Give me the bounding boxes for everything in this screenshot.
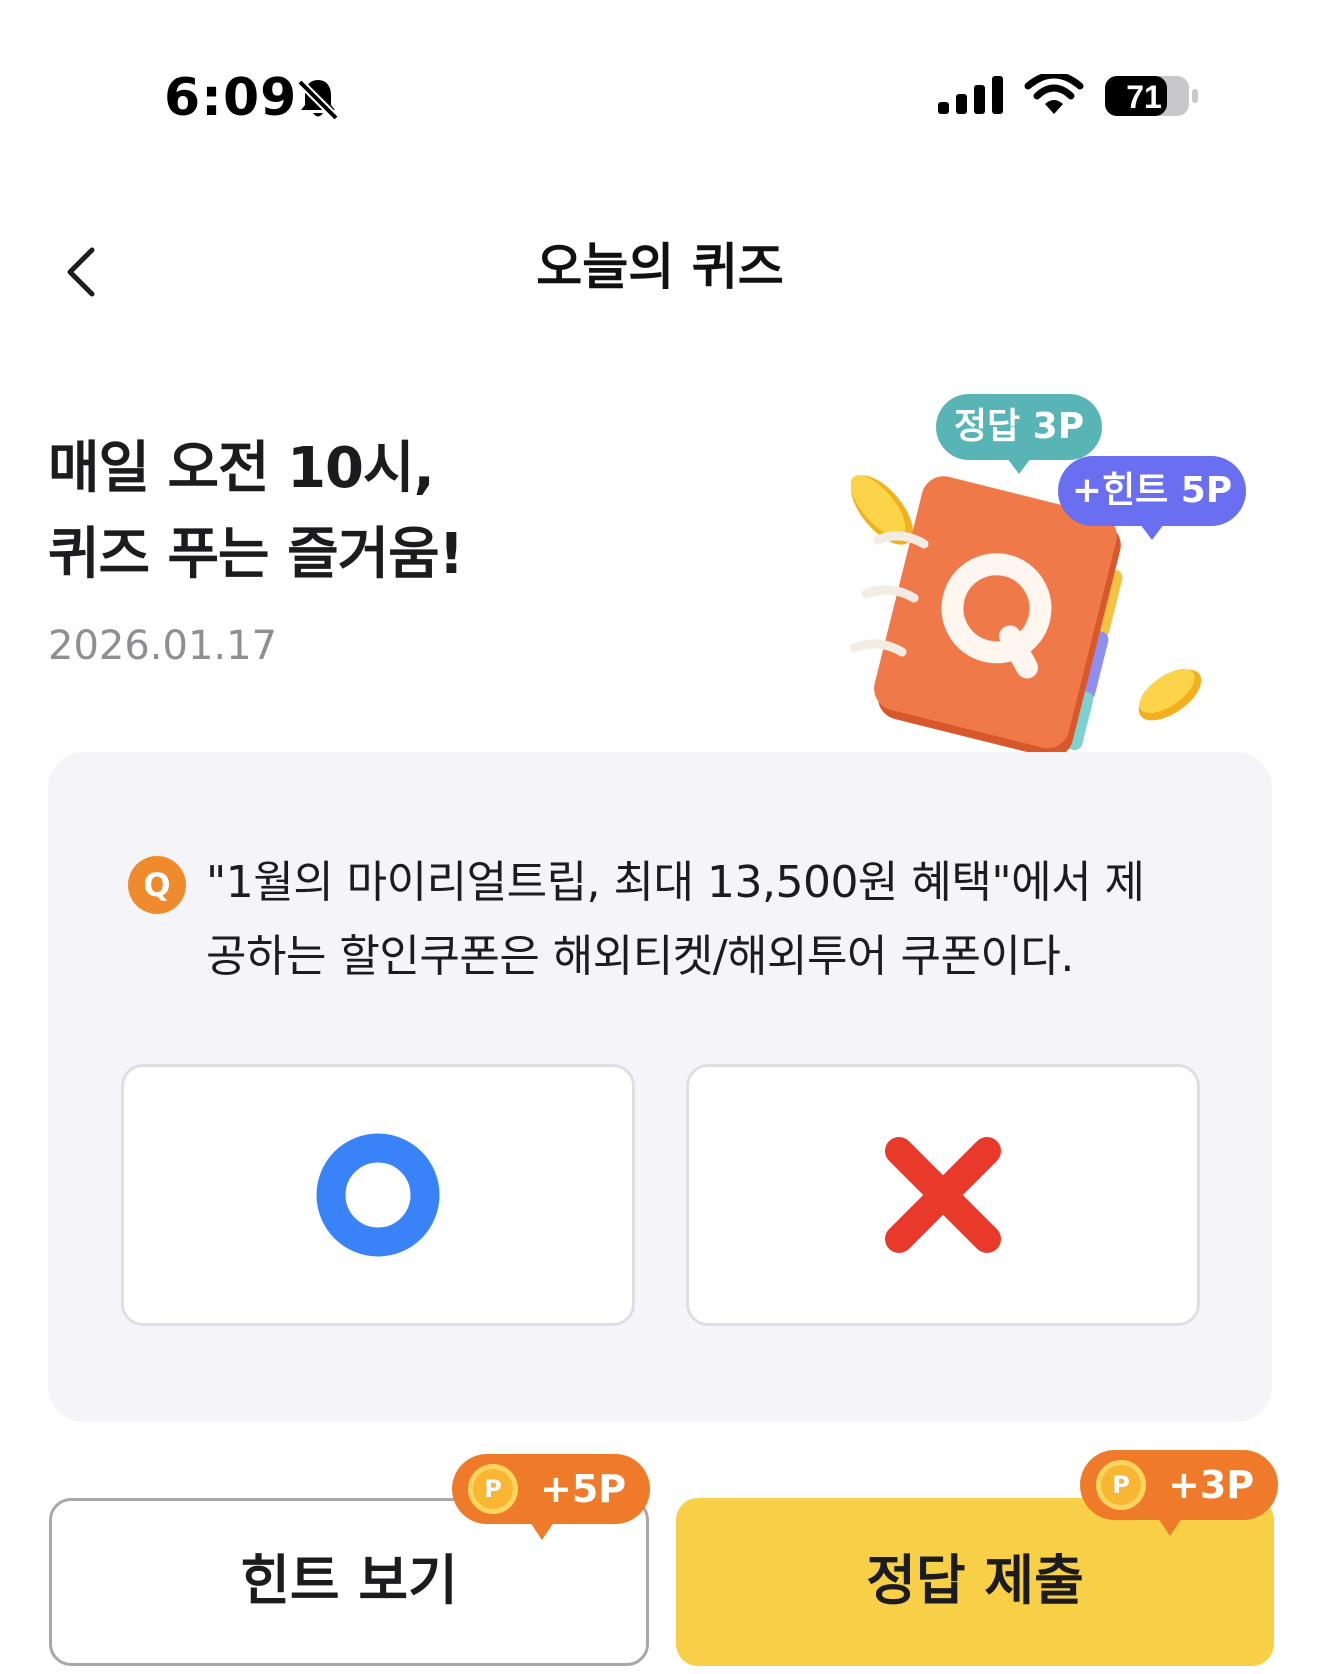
- quiz-date: 2026.01.17: [48, 623, 278, 669]
- answer-points-bubble: 정답 3P: [936, 394, 1102, 474]
- hint-points-bubble: +힌트 5P: [1058, 456, 1246, 540]
- wifi-icon: [1024, 74, 1084, 114]
- battery-level: 71: [1126, 79, 1162, 115]
- question-text: "1월의 마이리얼트립, 최대 13,500원 혜택"에서 제 공하는 할인쿠폰…: [206, 846, 1216, 994]
- bell-slash-icon: [297, 79, 339, 121]
- headline-line-1: 매일 오전 10시,: [48, 436, 435, 501]
- quiz-headline: 매일 오전 10시, 퀴즈 푸는 즐거움!: [48, 426, 464, 598]
- question-badge: Q: [128, 856, 186, 914]
- submit-reward-text: +3P: [1168, 1463, 1255, 1507]
- submit-answer-button[interactable]: 정답 제출: [676, 1498, 1274, 1666]
- status-time: 6:09: [164, 68, 298, 128]
- submit-reward-badge: P +3P: [1080, 1450, 1279, 1536]
- hint-reward-text: +5P: [540, 1467, 627, 1511]
- question-line-1: "1월의 마이리얼트립, 최대 13,500원 혜택"에서 제: [206, 857, 1145, 908]
- page-title: 오늘의 퀴즈: [536, 238, 784, 296]
- point-coin-icon: P: [1096, 1460, 1146, 1510]
- signal-icon: [938, 76, 1003, 114]
- question-line-2: 공하는 할인쿠폰은 해외티켓/해외투어 쿠폰이다.: [206, 931, 1074, 982]
- hint-reward-badge: P +5P: [452, 1454, 651, 1540]
- point-coin-icon: P: [468, 1464, 518, 1514]
- answer-x-button[interactable]: [686, 1064, 1200, 1326]
- headline-line-2: 퀴즈 푸는 즐거움!: [48, 522, 464, 587]
- cross-x-icon: [885, 1137, 1001, 1253]
- circle-o-icon: [316, 1133, 440, 1257]
- battery-icon: 71: [1105, 76, 1198, 116]
- answer-o-button[interactable]: [121, 1064, 635, 1326]
